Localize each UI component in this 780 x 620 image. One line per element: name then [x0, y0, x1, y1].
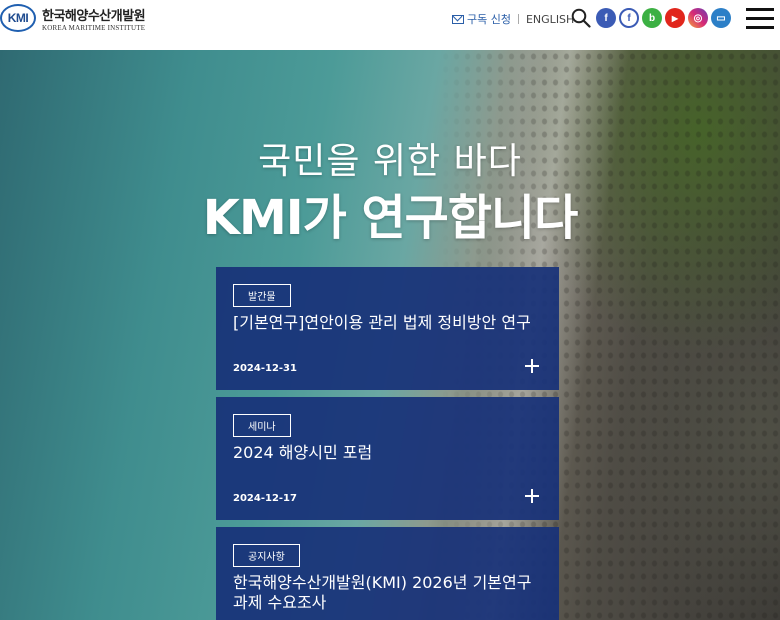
- plus-icon[interactable]: [525, 359, 539, 373]
- hamburger-menu-icon[interactable]: [746, 8, 774, 32]
- card-date: 2024-12-31: [233, 363, 297, 374]
- hero-title: KMI가 연구합니다: [202, 190, 579, 246]
- category-badge: 세미나: [233, 414, 291, 437]
- english-link[interactable]: ENGLISH: [526, 13, 574, 26]
- book-icon[interactable]: ▭: [711, 8, 731, 28]
- news-card[interactable]: 세미나 2024 해양시민 포럼 2024-12-17: [216, 397, 559, 520]
- logo-name-ko: 한국해양수산개발원: [42, 8, 146, 24]
- site-header: KMI 한국해양수산개발원 KOREA MARITIME INSTITUTE 구…: [0, 0, 780, 50]
- card-title[interactable]: [기본연구]연안이용 관리 법제 정비방안 연구: [233, 313, 539, 333]
- logo-badge: KMI: [0, 4, 36, 32]
- instagram-icon[interactable]: ◎: [688, 8, 708, 28]
- facebook-icon[interactable]: f: [596, 8, 616, 28]
- hero-subtitle: 국민을 위한 바다: [258, 141, 522, 182]
- subscribe-label: 구독 신청: [467, 13, 511, 26]
- card-date: 2024-12-17: [233, 493, 297, 504]
- hero-banner: 국민을 위한 바다 KMI가 연구합니다 발간물 [기본연구]연안이용 관리 법…: [0, 50, 780, 620]
- logo-text: 한국해양수산개발원 KOREA MARITIME INSTITUTE: [42, 5, 146, 32]
- facebook-outline-icon[interactable]: f: [619, 8, 639, 28]
- search-icon[interactable]: [571, 8, 591, 28]
- youtube-icon[interactable]: ▶: [665, 8, 685, 28]
- category-badge: 발간물: [233, 284, 291, 307]
- utility-links: 구독 신청 ENGLISH: [452, 10, 574, 28]
- plus-icon[interactable]: [525, 489, 539, 503]
- kmi-logo[interactable]: KMI 한국해양수산개발원 KOREA MARITIME INSTITUTE: [0, 4, 146, 32]
- subscribe-link[interactable]: 구독 신청: [452, 11, 511, 27]
- blog-icon[interactable]: b: [642, 8, 662, 28]
- social-links: f f b ▶ ◎ ▭: [596, 8, 734, 28]
- category-badge: 공지사항: [233, 544, 300, 567]
- logo-name-en: KOREA MARITIME INSTITUTE: [42, 23, 146, 32]
- mail-icon: [452, 14, 464, 24]
- news-card[interactable]: 공지사항 한국해양수산개발원(KMI) 2026년 기본연구 과제 수요조사: [216, 527, 559, 620]
- news-card[interactable]: 발간물 [기본연구]연안이용 관리 법제 정비방안 연구 2024-12-31: [216, 267, 559, 390]
- card-title[interactable]: 한국해양수산개발원(KMI) 2026년 기본연구 과제 수요조사: [233, 573, 539, 613]
- divider: [517, 14, 519, 24]
- card-title[interactable]: 2024 해양시민 포럼: [233, 443, 539, 463]
